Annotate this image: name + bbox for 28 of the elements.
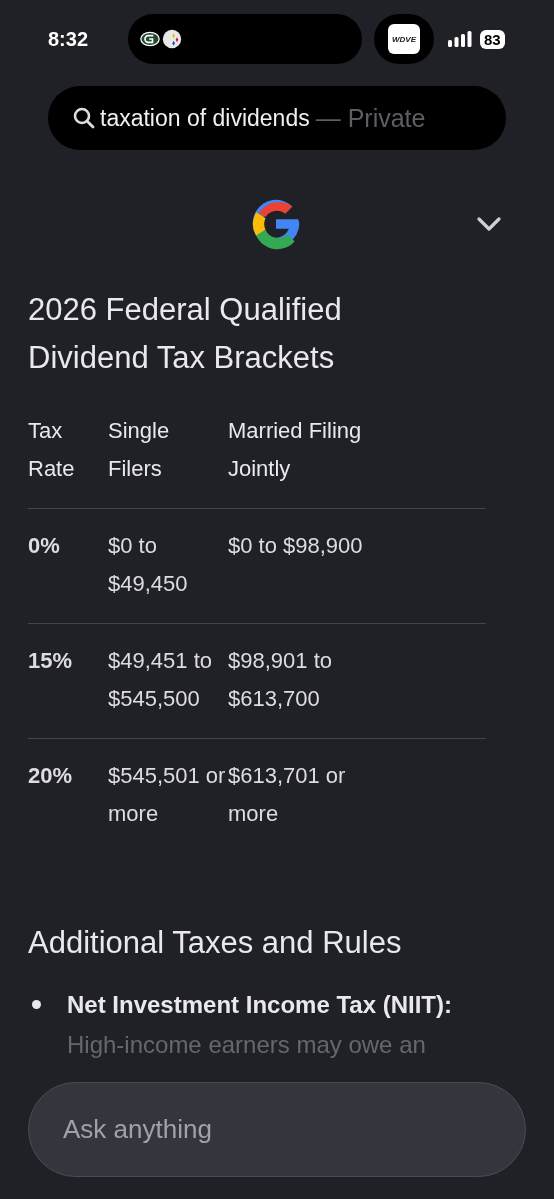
search-icon	[72, 106, 96, 130]
search-bar[interactable]: taxation of dividends — Private	[48, 86, 506, 150]
bullet-text: High-income earners may owe an	[67, 1030, 427, 1060]
bullet-dot	[32, 1000, 41, 1009]
table-cell-text: $98,901 to $613,700	[228, 647, 333, 713]
answer-heading: 2026 Federal Qualified Dividend Tax Brackets	[28, 291, 343, 377]
private-mode-label: — Private	[315, 103, 426, 133]
team-logo-icon	[162, 29, 182, 49]
table-cell-text: $613,701 or more	[228, 762, 347, 828]
column-header: Single Filers	[108, 417, 171, 483]
ask-input-field[interactable]: Ask anything	[28, 1082, 526, 1177]
table-cell-text: 20%	[28, 762, 74, 790]
team-logo-icon	[140, 29, 160, 49]
signal-icon	[448, 31, 472, 47]
radio-app-logo: WDVE	[388, 24, 420, 54]
section-heading: Additional Taxes and Rules	[28, 924, 403, 962]
status-time: 8:32	[48, 27, 90, 51]
column-header: Married Filing Jointly	[228, 417, 363, 483]
table-cell-text: 15%	[28, 647, 74, 675]
table-cell-text: 0%	[28, 532, 61, 560]
column-header: Tax Rate	[28, 417, 76, 483]
table-cell-text: $0 to $49,450	[108, 532, 189, 598]
bullet-term: Net Investment Income Tax (NIIT):	[67, 990, 452, 1020]
table-cell-text: $545,501 or more	[108, 762, 227, 828]
table-cell-text: $0 to $98,900	[228, 532, 364, 560]
battery-indicator: 83	[480, 29, 505, 49]
table-cell-text: $49,451 to $545,500	[108, 647, 213, 713]
search-query: taxation of dividends	[100, 104, 310, 132]
